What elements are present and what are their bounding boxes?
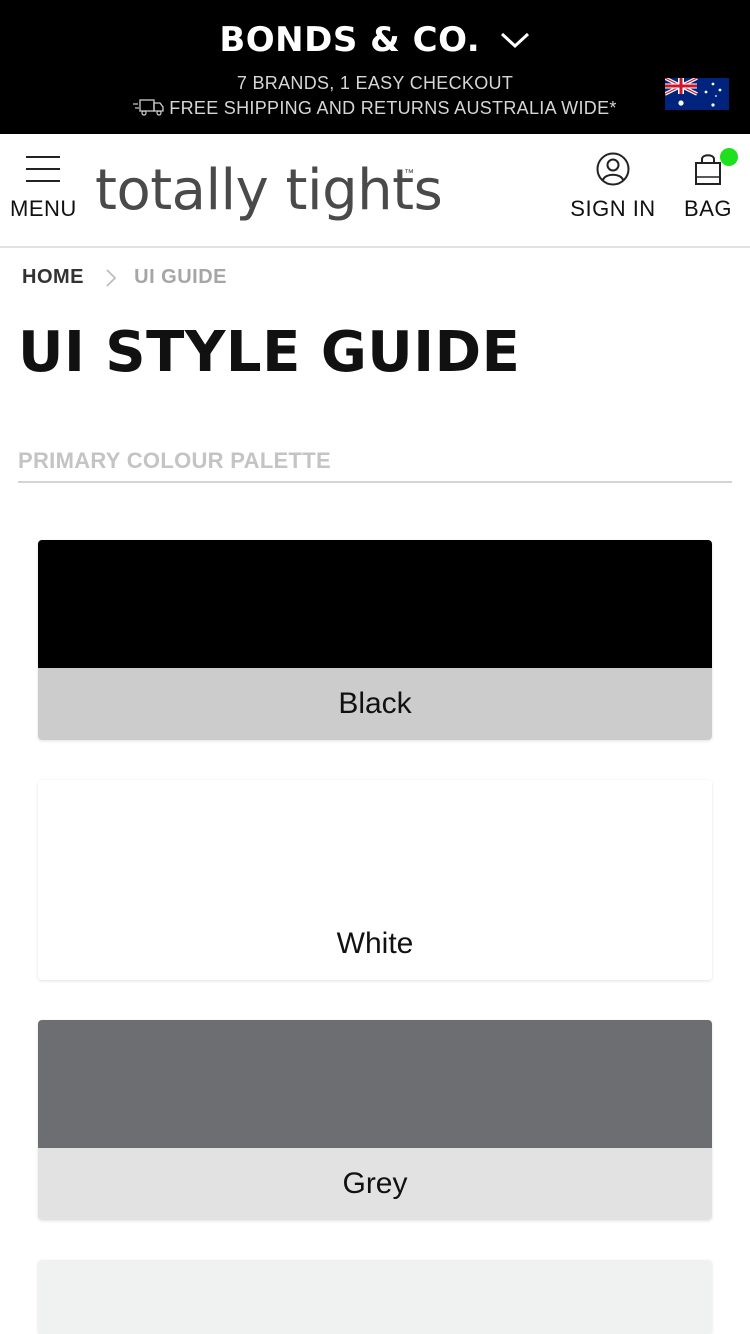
section-divider (18, 481, 732, 483)
swatch-name: White (336, 927, 414, 960)
brand-switcher[interactable]: BONDS & CO. (0, 18, 750, 62)
swatch-color (38, 1020, 712, 1148)
shopping-bag-icon (695, 154, 721, 185)
shipping-text: FREE SHIPPING AND RETURNS AUSTRALIA WIDE… (169, 98, 617, 118)
user-icon (596, 152, 630, 186)
swatch-label-bar: Grey (38, 1148, 712, 1220)
hamburger-icon (26, 154, 60, 184)
menu-button[interactable]: MENU (10, 152, 76, 232)
swatch-color (38, 540, 712, 668)
swatch-name: Grey (342, 1167, 408, 1200)
breadcrumb-current: UI GUIDE (134, 266, 228, 289)
menu-label: MENU (10, 196, 77, 221)
swatch-grey: Grey (38, 1020, 712, 1220)
page-title: UI STYLE GUIDE (18, 320, 521, 385)
swatch-label-bar: White (38, 908, 712, 980)
bag-button[interactable]: BAG (680, 148, 738, 232)
swatch-black: Black (38, 540, 712, 740)
bag-indicator-dot (720, 148, 738, 166)
logo-trademark: ™ (404, 168, 414, 179)
swatch-white: White (38, 780, 712, 980)
brand-bar: BONDS & CO. 7 BRANDS, 1 EASY CHECKOUT FR… (0, 0, 750, 134)
brand-name: BONDS & CO. (219, 20, 481, 60)
truck-icon (133, 99, 164, 116)
swatch-label-bar: Black (38, 668, 712, 740)
sign-in-button[interactable]: SIGN IN (568, 152, 658, 232)
brands-tagline: 7 BRANDS, 1 EASY CHECKOUT (236, 73, 514, 93)
section-heading: PRIMARY COLOUR PALETTE (18, 448, 331, 473)
shipping-banner: FREE SHIPPING AND RETURNS AUSTRALIA WIDE… (0, 97, 750, 119)
chevron-right-icon (106, 269, 117, 287)
breadcrumb-home[interactable]: HOME (22, 266, 84, 289)
site-header: MENU totally tights ™ SIGN IN BAG (0, 134, 750, 248)
sign-in-label: SIGN IN (570, 196, 656, 221)
australia-flag-icon[interactable] (665, 78, 729, 110)
swatch-color (38, 780, 712, 908)
chevron-down-icon (500, 32, 529, 49)
bag-label: BAG (684, 196, 732, 221)
site-logo[interactable]: totally tights (95, 146, 443, 236)
swatch-name: Black (338, 687, 412, 720)
swatch-color (38, 1260, 712, 1334)
swatch-light-grey (38, 1260, 712, 1334)
breadcrumb: HOME UI GUIDE (22, 266, 227, 296)
